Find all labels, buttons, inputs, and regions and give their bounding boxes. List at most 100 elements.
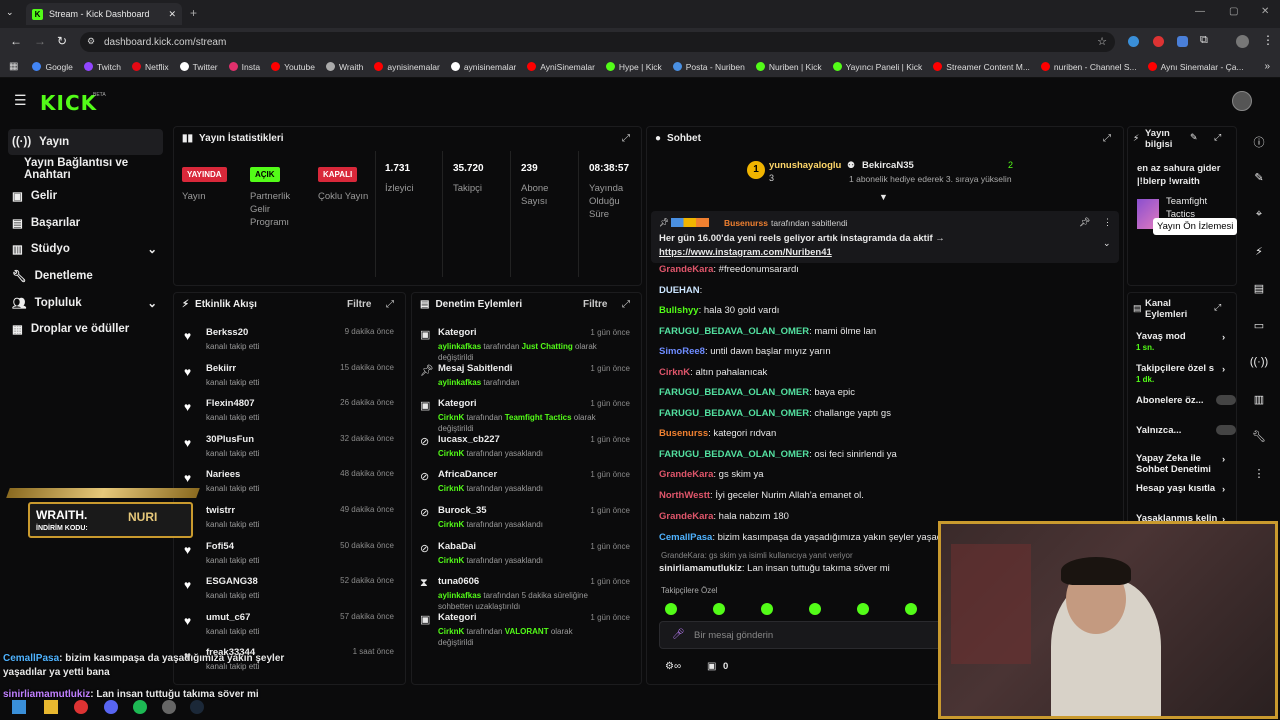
extensions-puzzle-icon[interactable]: ⧉ xyxy=(1200,34,1208,47)
preview-icon[interactable]: ⌖ xyxy=(1246,208,1272,226)
sidebar-item-basarilar[interactable]: ▤ Başarılar xyxy=(8,210,163,236)
chat-username[interactable]: FARUGU_BEDAVA_OLAN_OMER xyxy=(659,326,809,337)
bookmark-item[interactable]: Hype | Kick xyxy=(605,62,662,72)
bookmark-item[interactable]: Twitter xyxy=(179,62,218,72)
expand-icon[interactable]: ⤢ xyxy=(622,133,630,144)
broadcast-icon[interactable]: ((·)) xyxy=(1246,356,1272,374)
chat-username[interactable]: GrandeKara xyxy=(659,469,713,480)
chat-username[interactable]: SimoRee8 xyxy=(659,346,705,357)
follower-name[interactable]: Berkss20 xyxy=(206,327,248,338)
bookmark-item[interactable]: Google xyxy=(32,62,73,72)
emote-icon[interactable] xyxy=(809,603,821,615)
chevron-right-icon[interactable]: › xyxy=(1222,364,1225,375)
window-close-icon[interactable]: ✕ xyxy=(1261,6,1269,17)
emote-icon[interactable] xyxy=(665,603,677,615)
edit-icon[interactable]: ✎ xyxy=(1246,171,1272,189)
bookmark-item[interactable]: Nuriben | Kick xyxy=(755,62,822,72)
sidebar-item-studyo[interactable]: ▥ Stüdyo ⌄ xyxy=(8,236,163,262)
moderator-name[interactable]: CirknK xyxy=(438,520,464,529)
extension-icon[interactable] xyxy=(1177,36,1188,47)
chat-username[interactable]: GrandeKara xyxy=(659,511,713,522)
follower-name[interactable]: twistrr xyxy=(206,505,235,516)
follower-name[interactable]: 30PlusFun xyxy=(206,434,254,445)
expand-icon[interactable]: ⤢ xyxy=(1214,302,1221,313)
pinned-link[interactable]: https://www.instagram.com/Nuriben41 xyxy=(659,247,832,258)
maximize-icon[interactable]: ▢ xyxy=(1229,6,1238,17)
browser-tab[interactable]: K Stream - Kick Dashboard ✕ xyxy=(26,3,182,25)
sidebar-item-denetleme[interactable]: 🔧︎ Denetleme xyxy=(8,263,163,289)
kick-logo[interactable]: KICK xyxy=(40,91,97,115)
info-icon[interactable]: ⓘ xyxy=(1246,134,1272,152)
bookmark-item[interactable]: Wraith xyxy=(325,62,363,72)
bookmark-item[interactable]: Twitch xyxy=(83,62,121,72)
sidebar-item-yayin[interactable]: ((·)) Yayın xyxy=(8,129,163,155)
pinned-by-user[interactable]: Busenurss xyxy=(724,218,768,228)
bookmark-item[interactable]: nuriben - Channel S... xyxy=(1040,62,1137,72)
url-input[interactable]: ⚙ dashboard.kick.com/stream ☆ xyxy=(80,32,1115,52)
chat-username[interactable]: GrandeKara xyxy=(659,264,713,275)
top-gifter-name[interactable]: BekircaN35 xyxy=(862,160,914,171)
more-options-icon[interactable]: ⋮ xyxy=(1103,217,1112,228)
explorer-icon[interactable] xyxy=(44,700,58,714)
reload-icon[interactable]: ↻ xyxy=(57,34,67,48)
filter-button[interactable]: Filtre xyxy=(583,299,607,310)
chrome-icon[interactable] xyxy=(74,700,88,714)
unpin-icon[interactable]: 📌︎ xyxy=(1079,217,1090,228)
wrench-icon[interactable]: 🔧︎ xyxy=(1246,430,1272,448)
follower-name[interactable]: Nariees xyxy=(206,469,240,480)
profile-avatar[interactable] xyxy=(1236,35,1249,48)
bookmark-item[interactable]: Youtube xyxy=(271,62,315,72)
toggle-switch[interactable] xyxy=(1216,395,1236,405)
bookmark-item[interactable]: AyniSinemalar xyxy=(527,62,595,72)
moderator-name[interactable]: CirknK xyxy=(438,484,464,493)
expand-icon[interactable]: ⤢ xyxy=(1103,133,1111,144)
follower-name[interactable]: Fofi54 xyxy=(206,541,234,552)
channel-action-item[interactable]: Yapay Zeka ile Sohbet Denetimi › xyxy=(1136,453,1230,475)
edit-icon[interactable]: ✎ xyxy=(1190,132,1198,143)
moderator-name[interactable]: CirknK xyxy=(438,413,464,422)
chevron-down-icon[interactable]: ⌄ xyxy=(1103,238,1111,249)
chat-username[interactable]: Bullshyy xyxy=(659,305,699,316)
moderator-name[interactable]: aylinkafkas xyxy=(438,591,481,600)
channel-action-item[interactable]: Hesap yaşı kısıtla › xyxy=(1136,483,1230,495)
chat-username[interactable]: FARUGU_BEDAVA_OLAN_OMER xyxy=(659,387,809,398)
extension-icon[interactable] xyxy=(1128,36,1139,47)
tab-search-icon[interactable]: ⌄ xyxy=(6,7,14,18)
mic-icon[interactable]: 🎤︎ xyxy=(672,629,685,640)
extension-icon[interactable] xyxy=(1153,36,1164,47)
follower-name[interactable]: Flexin4807 xyxy=(206,398,255,409)
bookmark-item[interactable]: Netflix xyxy=(131,62,169,72)
hamburger-menu-icon[interactable]: ☰ xyxy=(14,92,27,109)
more-bookmarks-icon[interactable]: » xyxy=(1264,61,1270,72)
follower-name[interactable]: Bekiirr xyxy=(206,363,236,374)
chevron-right-icon[interactable]: › xyxy=(1222,454,1225,465)
filter-button[interactable]: Filtre xyxy=(347,299,371,310)
expand-icon[interactable]: ⤢ xyxy=(386,299,394,310)
bookmark-item[interactable]: aynisinemalar xyxy=(450,62,516,72)
discord-icon[interactable] xyxy=(104,700,118,714)
obs-icon[interactable] xyxy=(162,700,176,714)
sidebar-item-stream-key[interactable]: Yayın Bağlantısı ve Anahtarı xyxy=(8,156,163,182)
bookmark-item[interactable]: Yayıncı Paneli | Kick xyxy=(832,62,922,72)
site-info-icon[interactable]: ⚙ xyxy=(87,36,95,47)
moderator-name[interactable]: CirknK xyxy=(438,556,464,565)
toggle-switch[interactable] xyxy=(1216,425,1236,435)
chat-username[interactable]: CemallPasa xyxy=(659,532,712,543)
steam-icon[interactable] xyxy=(190,700,204,714)
layout-icon[interactable]: ▥ xyxy=(1246,393,1272,411)
close-tab-icon[interactable]: ✕ xyxy=(168,9,176,20)
chevron-right-icon[interactable]: › xyxy=(1222,484,1225,495)
minimize-icon[interactable]: — xyxy=(1195,6,1205,17)
chat-username[interactable]: FARUGU_BEDAVA_OLAN_OMER xyxy=(659,408,809,419)
bolt-icon[interactable]: ⚡︎ xyxy=(1246,245,1272,263)
channel-action-item[interactable]: Takipçilere özel s1 dk. › xyxy=(1136,363,1230,385)
follower-name[interactable]: ESGANG38 xyxy=(206,576,258,587)
spotify-icon[interactable] xyxy=(133,700,147,714)
moderator-name[interactable]: CirknK xyxy=(438,449,464,458)
chat-icon[interactable]: ▭ xyxy=(1246,319,1272,337)
start-icon[interactable] xyxy=(12,700,26,714)
clipboard-icon[interactable]: ▤ xyxy=(1246,282,1272,300)
channel-action-item[interactable]: Yavaş mod 1 sn. › xyxy=(1136,331,1230,353)
bookmark-item[interactable]: Posta - Nuriben xyxy=(672,62,745,72)
browser-menu-icon[interactable]: ⋮ xyxy=(1262,33,1274,47)
